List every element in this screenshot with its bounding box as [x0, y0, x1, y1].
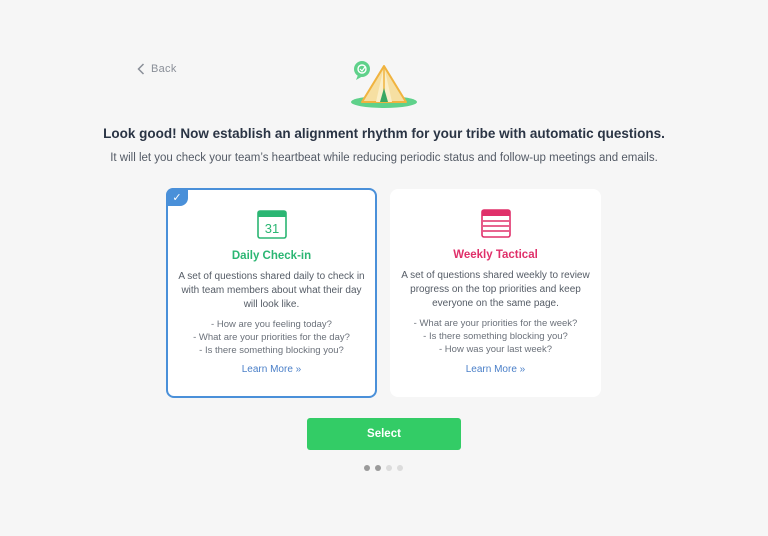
- question-item: - What are your priorities for the week?: [413, 318, 578, 329]
- card-title: Weekly Tactical: [453, 249, 538, 261]
- tent-logo-icon: [351, 61, 417, 108]
- pagination-dot[interactable]: [364, 465, 370, 471]
- pagination-dot[interactable]: [386, 465, 392, 471]
- question-item: - How are you feeling today?: [211, 319, 332, 330]
- page-title: Look good! Now establish an alignment rh…: [103, 126, 665, 141]
- card-title: Daily Check-in: [231, 250, 312, 262]
- weekly-calendar-icon: [480, 209, 511, 238]
- question-item: - Is there something blocking you?: [423, 331, 568, 342]
- question-item: - What are your priorities for the day?: [193, 332, 350, 343]
- card-questions: - What are your priorities for the week?…: [394, 317, 597, 356]
- daily-checkin-card[interactable]: ✓ 31 Daily Check-in A set of questions s…: [166, 188, 377, 398]
- pagination-dots: [364, 465, 403, 471]
- card-description: A set of questions shared daily to check…: [178, 271, 365, 310]
- pagination-dot[interactable]: [397, 465, 403, 471]
- weekly-tactical-card[interactable]: Weekly Tactical A set of questions share…: [390, 189, 601, 397]
- back-label: Back: [151, 63, 177, 75]
- calendar-31-icon: 31: [256, 210, 287, 239]
- card-questions: - How are you feeling today? - What are …: [172, 318, 371, 357]
- select-button[interactable]: Select: [307, 418, 461, 450]
- chevron-left-icon: [137, 63, 145, 75]
- selected-check-icon: ✓: [166, 188, 188, 206]
- card-description: A set of questions shared weekly to revi…: [401, 270, 590, 309]
- page-subtitle: It will let you check your team’s heartb…: [110, 152, 658, 164]
- learn-more-link[interactable]: Learn More »: [390, 364, 601, 375]
- question-item: - How was your last week?: [439, 344, 552, 355]
- calendar-day: 31: [264, 221, 278, 236]
- back-link[interactable]: Back: [137, 63, 177, 75]
- learn-more-link[interactable]: Learn More »: [168, 364, 375, 375]
- pagination-dot[interactable]: [375, 465, 381, 471]
- question-item: - Is there something blocking you?: [199, 345, 344, 356]
